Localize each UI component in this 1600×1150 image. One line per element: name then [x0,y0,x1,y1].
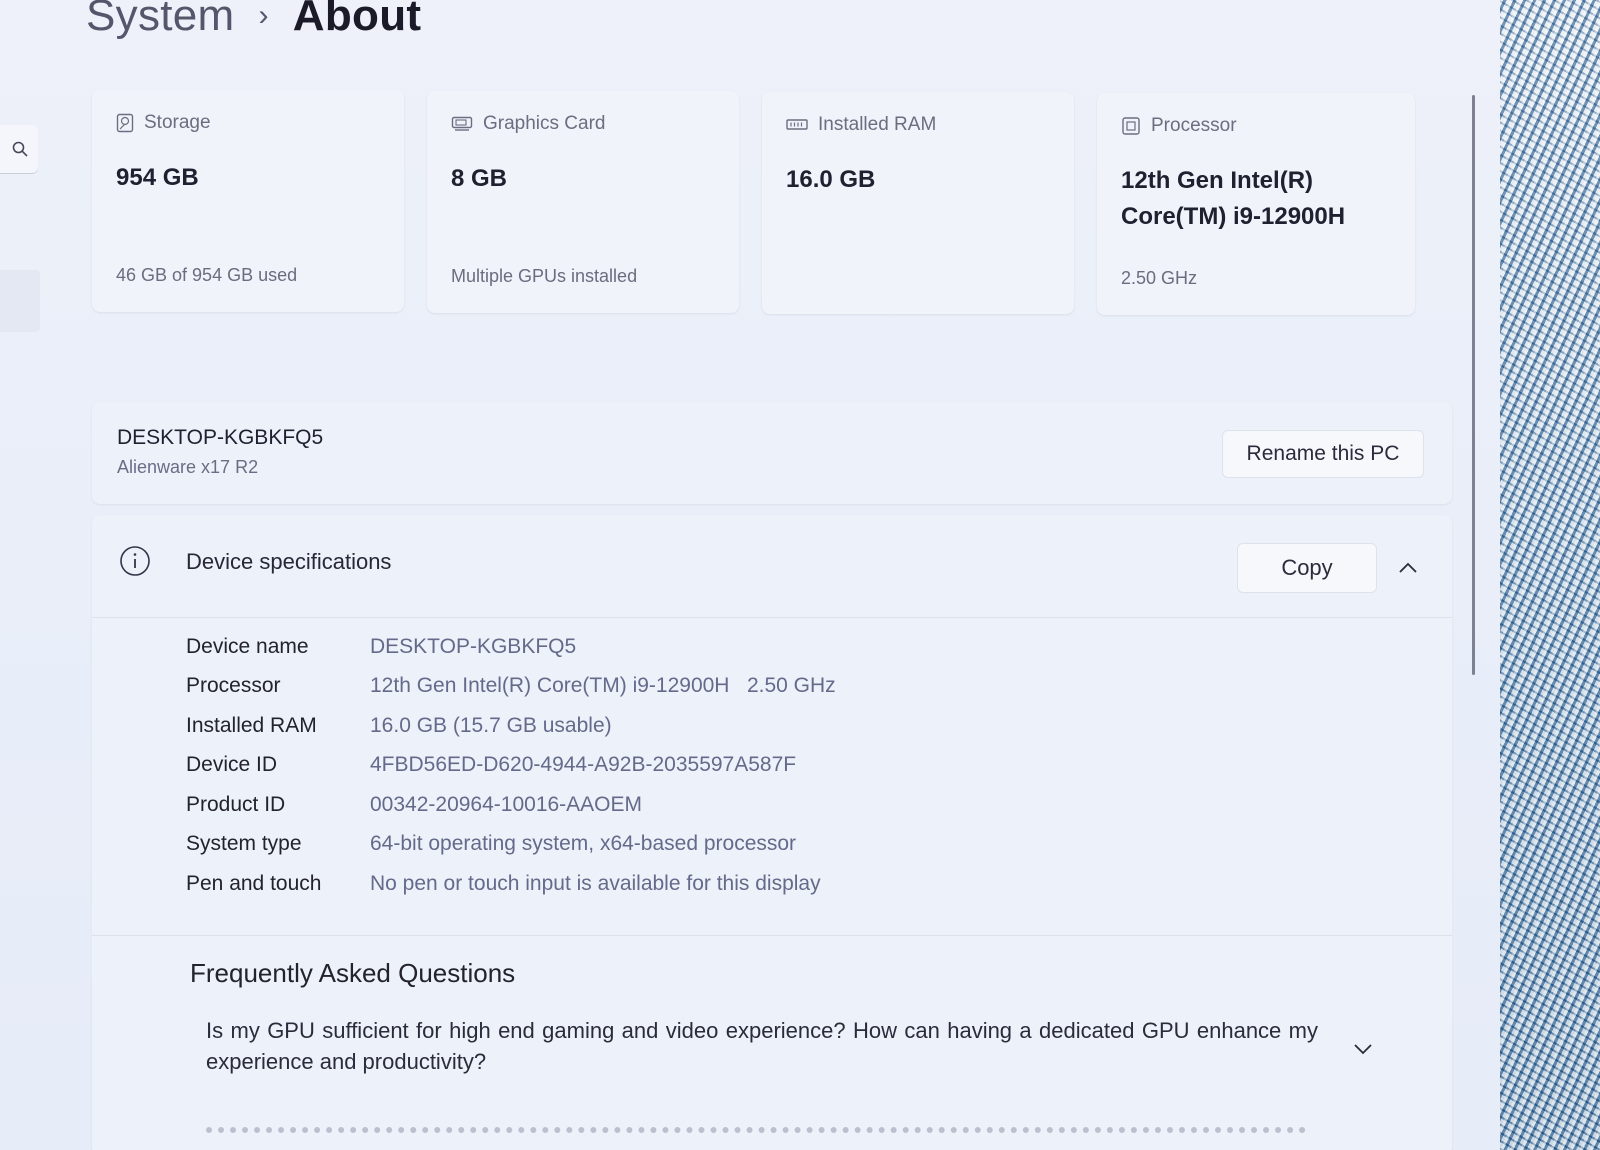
nav-item-selected[interactable] [0,270,40,332]
spec-row: Processor 12th Gen Intel(R) Core(TM) i9-… [186,667,836,707]
spec-value: 64-bit operating system, x64-based proce… [370,832,797,856]
card-title: Graphics Card [483,113,606,134]
spec-row: Product ID 00342-20964-10016-AAOEM [186,785,836,825]
spec-row: System type 64-bit operating system, x64… [186,825,836,865]
pc-model: Alienware x17 R2 [117,457,259,477]
card-subtext: 2.50 GHz [1121,268,1198,288]
card-subtext: Multiple GPUs installed [451,266,638,286]
copy-button[interactable]: Copy [1237,543,1377,593]
spec-label: Device name [186,634,309,658]
spec-label: Product ID [186,792,286,816]
nav-search-button[interactable] [0,125,38,173]
page-title: About [292,0,422,40]
settings-window: System › About Storage 954 GB 46 GB of 9… [0,0,1500,1150]
breadcrumb: System › About [86,0,421,46]
chevron-down-icon [1354,1044,1372,1055]
graphics-card-card[interactable]: Graphics Card 8 GB Multiple GPUs install… [427,91,739,313]
spec-value: 4FBD56ED-D620-4944-A92B-2035597A587F [370,753,797,777]
spec-value: 00342-20964-10016-AAOEM [370,792,643,816]
card-subtext: 46 GB of 954 GB used [116,265,298,285]
storage-card[interactable]: Storage 954 GB 46 GB of 954 GB used [92,90,404,312]
scrollbar[interactable] [1472,95,1478,675]
pc-name: DESKTOP-KGBKFQ5 [117,426,324,449]
processor-card[interactable]: Processor 12th Gen Intel(R) Core(TM) i9-… [1097,93,1415,315]
desktop-wallpaper [1500,0,1600,1150]
faq-expand-button[interactable] [1348,1034,1378,1064]
collapse-button[interactable] [1392,553,1424,583]
spec-value: 12th Gen Intel(R) Core(TM) i9-12900H 2.5… [370,674,836,698]
breadcrumb-system-link[interactable]: System [86,0,235,41]
breadcrumb-separator: › [258,0,269,32]
spec-row: Pen and touch No pen or touch input is a… [186,864,836,904]
device-specifications-header[interactable]: Device specifications Copy [92,515,1452,618]
faq-question[interactable]: Is my GPU sufficient for high end gaming… [206,1015,1318,1077]
divider [92,935,1452,936]
chevron-up-icon [1399,562,1417,573]
spec-value: DESKTOP-KGBKFQ5 [370,634,577,658]
rename-pc-button[interactable]: Rename this PC [1222,430,1424,478]
scrollbar-thumb[interactable] [1472,95,1475,675]
card-title: Processor [1151,115,1237,136]
spec-label: Pen and touch [186,871,322,895]
info-icon [120,546,150,576]
faq-title: Frequently Asked Questions [190,958,516,988]
spec-label: Processor [186,674,281,698]
spec-cards: Storage 954 GB 46 GB of 954 GB used Grap… [92,90,1437,315]
device-specifications-panel: Device specifications Copy Device name D… [92,515,1452,1150]
spec-row: Installed RAM 16.0 GB (15.7 GB usable) [186,706,836,746]
spec-label: Installed RAM [186,713,317,737]
spec-row: Device ID 4FBD56ED-D620-4944-A92B-203559… [186,746,836,786]
graphics-card-icon [451,116,473,131]
processor-icon [1122,117,1140,135]
spec-row: Device name DESKTOP-KGBKFQ5 [186,627,836,667]
device-specifications-title: Device specifications [186,549,392,574]
pc-name-row: DESKTOP-KGBKFQ5 Alienware x17 R2 Rename … [92,402,1452,504]
card-title: Storage [144,112,211,133]
storage-icon [116,113,134,133]
card-value: 16.0 GB [786,166,876,193]
faq-next-question-partial[interactable] [206,1127,1306,1141]
installed-ram-card[interactable]: Installed RAM 16.0 GB [762,92,1074,314]
ram-icon [786,119,808,130]
spec-label: System type [186,832,302,856]
spec-value: 16.0 GB (15.7 GB usable) [370,713,612,737]
card-title: Installed RAM [818,114,937,135]
spec-list: Device name DESKTOP-KGBKFQ5 Processor 12… [186,627,836,904]
spec-value: No pen or touch input is available for t… [370,871,821,895]
card-value: 8 GB [451,165,508,192]
spec-label: Device ID [186,753,278,777]
search-icon [12,141,28,157]
card-value: 954 GB [116,164,199,191]
card-value: 12th Gen Intel(R) Core(TM) i9-12900H [1121,167,1346,230]
